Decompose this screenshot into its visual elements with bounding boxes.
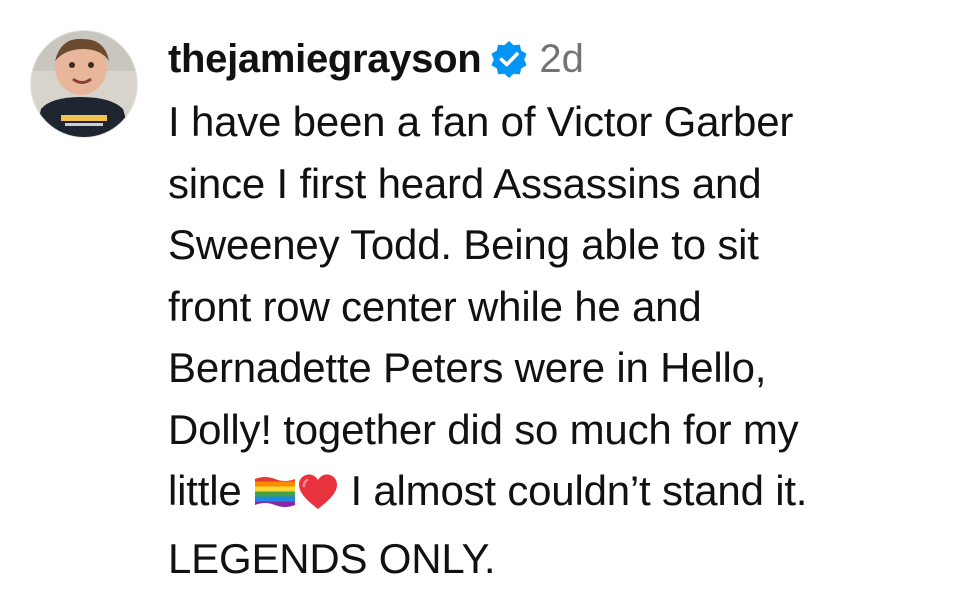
comment-text-segment: little [168, 467, 253, 514]
comment-line: Bernadette Peters were in Hello, [168, 344, 767, 391]
comment-text-segment: I almost couldn’t stand it. [338, 467, 808, 514]
comment-line: LEGENDS ONLY. [168, 534, 496, 582]
username-link[interactable]: thejamiegrayson [168, 37, 482, 82]
comment-line-with-emoji: little I almost couldn’t stand it. [168, 460, 968, 528]
comment-line: front row center while he and [168, 282, 702, 330]
comment-header: thejamiegrayson 2d [168, 30, 968, 88]
rainbow-flag-icon [253, 466, 297, 528]
verified-badge-icon [489, 39, 529, 79]
comment-line: Dolly! together did so much for my [168, 405, 799, 453]
timestamp[interactable]: 2d [539, 37, 584, 82]
comment-text: I have been a fan of Victor Garber since… [168, 91, 968, 589]
comment-line: since I first heard Assassins and [168, 159, 762, 207]
red-heart-icon [297, 466, 339, 528]
comment-line: I have been a fan of Victor Garber [168, 98, 794, 145]
comment: thejamiegrayson 2d I have been a fan of … [0, 0, 980, 598]
comment-body: thejamiegrayson 2d I have been a fan of … [168, 30, 968, 589]
comment-line: Sweeney Todd. Being able to sit [168, 221, 759, 268]
user-avatar-icon[interactable] [31, 31, 137, 137]
